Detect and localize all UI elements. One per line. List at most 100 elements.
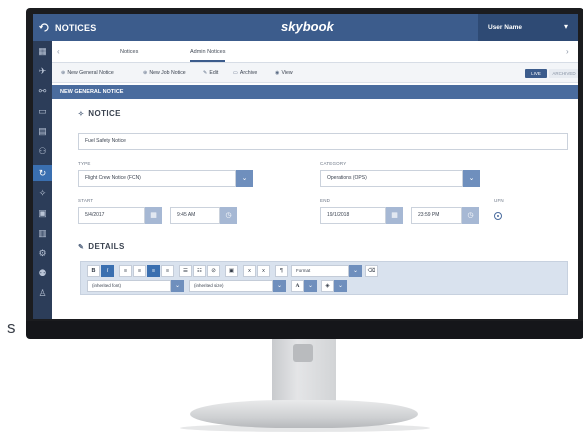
format-select[interactable]: Format — [291, 265, 349, 277]
tab-bar: ‹ Notices Admin Notices › — [52, 41, 578, 63]
end-label: END — [320, 198, 331, 203]
start-date-input[interactable]: 5/4/2017 — [78, 207, 145, 224]
text-color-chevron-down-icon[interactable]: ⌄ — [304, 280, 317, 292]
notice-subject-input[interactable]: Fuel Safety Notice — [78, 133, 568, 150]
new-job-notice-label: New Job Notice — [149, 70, 186, 76]
end-date-input[interactable]: 19/1/2018 — [320, 207, 386, 224]
grid-icon[interactable]: ▦ — [36, 45, 49, 58]
clock-icon[interactable]: ◷ — [462, 207, 479, 224]
bullet-list-button[interactable]: ☰ — [179, 265, 192, 277]
category-select[interactable]: Operations (OPS) — [320, 170, 463, 187]
back-arrow-icon[interactable] — [39, 22, 50, 33]
font-family-select[interactable]: (inherited font) — [87, 280, 171, 292]
justify-button[interactable]: ≡ — [161, 265, 174, 277]
editor-toolbar: B I ≡ ≡ ≡ ≡ ☰ ☷ ⊘ ▣ x x ¶ Format ⌄ ⌫ (in… — [80, 261, 568, 295]
calendar-icon[interactable]: ▦ — [145, 207, 162, 224]
type-label: TYPE — [78, 161, 91, 166]
view-label: View — [281, 70, 293, 76]
fill-color-icon[interactable]: ◈ — [321, 280, 334, 292]
notice-title-text: NOTICE — [88, 109, 121, 118]
type-dropdown-chevron-icon[interactable]: ⌄ — [236, 170, 253, 187]
user-menu[interactable]: User Name ▾ — [478, 14, 578, 41]
paragraph-icon[interactable]: ¶ — [275, 265, 288, 277]
start-time-input[interactable]: 9:45 AM — [170, 207, 220, 224]
eraser-icon[interactable]: ⌫ — [365, 265, 378, 277]
plane-icon[interactable]: ✈ — [36, 65, 49, 78]
stand-cable-hole — [293, 344, 313, 362]
skybook-logo: skybook — [281, 19, 334, 34]
users-icon[interactable]: ⚉ — [36, 267, 49, 280]
align-right-button[interactable]: ≡ — [147, 265, 160, 277]
ufn-label: UFN — [494, 198, 504, 203]
new-job-notice-button[interactable]: ⊕ New Job Notice — [143, 70, 186, 76]
link-icon[interactable]: ⊘ — [207, 265, 220, 277]
notice-section-title: ✧ NOTICE — [78, 109, 121, 118]
people-icon[interactable]: ⚇ — [36, 145, 49, 158]
new-general-notice-button[interactable]: ⊕ New General Notice — [61, 70, 114, 76]
section-header: NEW GENERAL NOTICE — [52, 85, 578, 99]
archive-icon: ▭ — [233, 70, 238, 76]
fill-color-chevron-down-icon[interactable]: ⌄ — [334, 280, 347, 292]
notice-form: ✧ NOTICE Fuel Safety Notice TYPE Flight C… — [52, 99, 578, 319]
edit-label: Edit — [209, 70, 219, 76]
notices-icon[interactable]: ↻ — [33, 165, 52, 181]
monitor-screen: NOTICES skybook User Name ▾ ▦ ✈ ⚯ ▭ ▤ ⚇ … — [33, 14, 578, 319]
category-dropdown-chevron-icon[interactable]: ⌄ — [463, 170, 480, 187]
pin-icon[interactable]: ✧ — [36, 187, 49, 200]
superscript-button[interactable]: x — [257, 265, 270, 277]
crew-icon[interactable]: ⚯ — [36, 85, 49, 98]
details-title-text: DETAILS — [88, 242, 125, 251]
calendar-icon[interactable]: ▤ — [36, 125, 49, 138]
details-section-title: ✎ DETAILS — [78, 242, 125, 251]
monitor-stand-base — [190, 400, 418, 428]
start-label: START — [78, 198, 94, 203]
file-icon[interactable]: ▥ — [36, 227, 49, 240]
size-chevron-down-icon[interactable]: ⌄ — [273, 280, 286, 292]
align-center-button[interactable]: ≡ — [133, 265, 146, 277]
new-general-notice-label: New General Notice — [67, 70, 114, 76]
pencil-icon: ✎ — [78, 244, 85, 251]
font-chevron-down-icon[interactable]: ⌄ — [171, 280, 184, 292]
format-chevron-down-icon[interactable]: ⌄ — [349, 265, 362, 277]
chevron-down-icon: ▾ — [564, 22, 569, 31]
subscript-button[interactable]: x — [243, 265, 256, 277]
add-circle-icon: ⊕ — [61, 70, 66, 76]
add-circle-icon: ⊕ — [143, 70, 148, 76]
edit-button[interactable]: ✎ Edit — [203, 70, 218, 76]
monitor-chin — [26, 321, 583, 339]
image-icon[interactable]: ▣ — [225, 265, 238, 277]
archive-button[interactable]: ▭ Archive — [233, 70, 257, 76]
document-icon[interactable]: ▣ — [36, 207, 49, 220]
user-name: User Name — [488, 24, 522, 31]
ufn-radio[interactable] — [494, 212, 502, 220]
type-select[interactable]: Flight Crew Notice (FCN) — [78, 170, 236, 187]
tab-notices[interactable]: Notices — [120, 49, 138, 55]
tab-scroll-right-icon[interactable]: › — [566, 47, 569, 56]
calendar-icon[interactable]: ▦ — [386, 207, 403, 224]
app-topbar: NOTICES skybook User Name ▾ — [33, 14, 578, 41]
archive-label: Archive — [239, 70, 258, 76]
live-toggle-button[interactable]: LIVE — [525, 69, 547, 78]
page-edge-text: s — [7, 318, 16, 337]
text-color-button[interactable]: A — [291, 280, 304, 292]
bold-button[interactable]: B — [87, 265, 100, 277]
app-title: NOTICES — [55, 23, 97, 33]
end-time-input[interactable]: 23:59 PM — [411, 207, 462, 224]
clock-icon[interactable]: ◷ — [220, 207, 237, 224]
tab-scroll-left-icon[interactable]: ‹ — [57, 47, 60, 56]
archived-toggle-button[interactable]: ARCHIVED — [549, 69, 578, 78]
italic-button[interactable]: I — [101, 265, 114, 277]
numbered-list-button[interactable]: ☷ — [193, 265, 206, 277]
pin-icon: ✧ — [78, 111, 85, 118]
user-icon[interactable]: ♙ — [36, 287, 49, 300]
pencil-icon: ✎ — [203, 70, 208, 76]
chat-icon[interactable]: ▭ — [36, 105, 49, 118]
view-button[interactable]: ◉ View — [275, 70, 293, 76]
settings-icon[interactable]: ⚙ — [36, 247, 49, 260]
tab-admin-notices[interactable]: Admin Notices — [190, 49, 226, 62]
action-bar: ⊕ New General Notice ⊕ New Job Notice ✎ Edi… — [52, 63, 578, 83]
align-left-button[interactable]: ≡ — [119, 265, 132, 277]
category-label: CATEGORY — [320, 161, 347, 166]
font-size-select[interactable]: (inherited size) — [189, 280, 273, 292]
sidebar: ▦ ✈ ⚯ ▭ ▤ ⚇ ↻ ✧ ▣ ▥ ⚙ ⚉ ♙ — [33, 41, 52, 319]
